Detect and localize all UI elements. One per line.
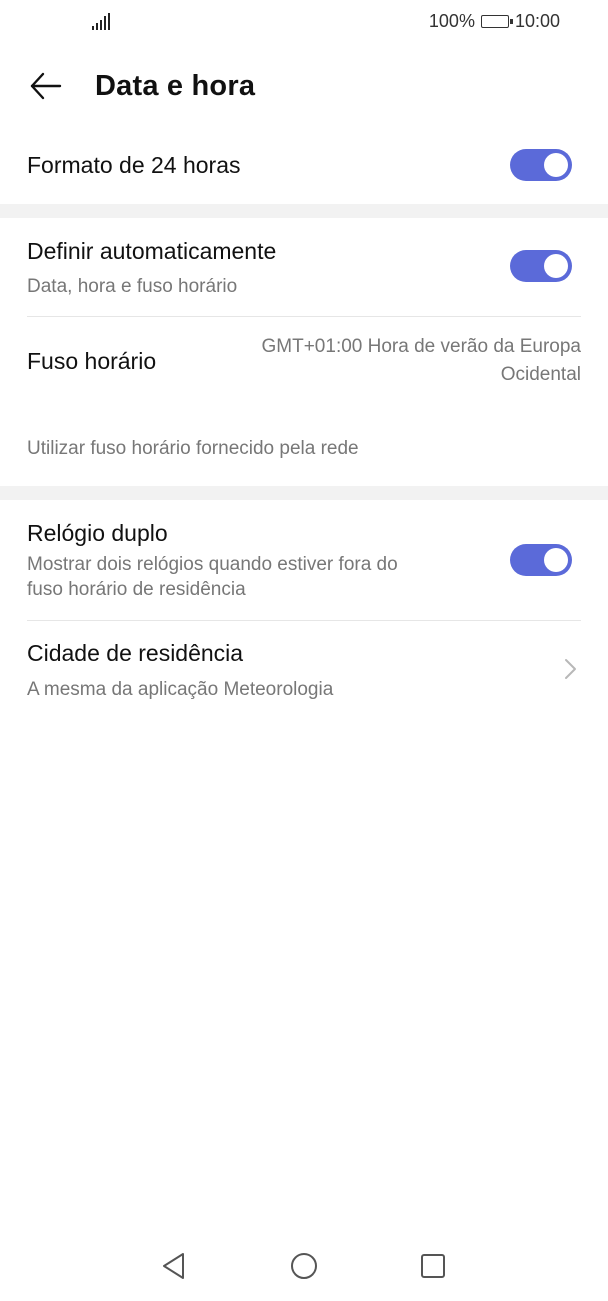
toggle-auto-time[interactable] — [510, 250, 572, 282]
setting-dual-clock-label: Relógio duplo — [27, 520, 168, 546]
status-right: 100% 10:00 — [429, 11, 560, 32]
setting-auto-sublabel: Data, hora e fuso horário — [27, 276, 238, 297]
nav-home-icon[interactable] — [289, 1251, 319, 1281]
dual-clock-sub-line2: fuso horário de residência — [27, 579, 246, 600]
setting-24h-label: Formato de 24 horas — [27, 152, 241, 178]
setting-auto-label: Definir automaticamente — [27, 238, 277, 264]
setting-timezone[interactable]: Fuso horário GMT+01:00 Hora de verão da … — [0, 317, 608, 405]
section-divider — [0, 486, 608, 500]
battery-percent: 100% — [428, 11, 475, 31]
page-title: Data e hora — [95, 70, 256, 102]
chevron-right-icon — [562, 657, 578, 681]
app-header: Data e hora — [0, 60, 608, 116]
timezone-value-line2: Ocidental — [500, 364, 581, 385]
signal-icon — [92, 12, 112, 30]
setting-home-city-label: Cidade de residência — [27, 640, 244, 666]
section-divider — [0, 204, 608, 218]
toggle-24h-format[interactable] — [510, 149, 572, 181]
clock: 10:00 — [514, 11, 560, 31]
battery-icon — [480, 15, 513, 28]
setting-24h-format[interactable]: Formato de 24 horas — [0, 130, 608, 204]
timezone-value-line1: GMT+01:00 Hora de verão da Europa — [261, 336, 582, 357]
nav-back-icon[interactable] — [159, 1251, 189, 1281]
timezone-value: GMT+01:00 Hora de verão da Europa Ociden… — [201, 333, 582, 389]
network-timezone-note: Utilizar fuso horário fornecido pela red… — [27, 438, 359, 459]
setting-home-city-sublabel: A mesma da aplicação Meteorologia — [27, 679, 334, 700]
setting-dual-clock[interactable]: Relógio duplo Mostrar dois relógios quan… — [0, 500, 608, 620]
dual-clock-sub-line1: Mostrar dois relógios quando estiver for… — [27, 554, 398, 575]
setting-home-city[interactable]: Cidade de residência A mesma da aplicaçã… — [0, 621, 608, 717]
status-bar: 100% 10:00 — [0, 0, 608, 44]
nav-recent-apps-icon[interactable] — [418, 1251, 448, 1281]
system-nav-bar — [0, 1231, 608, 1301]
setting-dual-clock-sublabel: Mostrar dois relógios quando estiver for… — [27, 552, 477, 602]
setting-auto-time[interactable]: Definir automaticamente Data, hora e fus… — [0, 218, 608, 316]
toggle-dual-clock[interactable] — [510, 544, 572, 576]
back-arrow-icon[interactable] — [28, 68, 64, 104]
setting-timezone-label: Fuso horário — [27, 348, 157, 374]
